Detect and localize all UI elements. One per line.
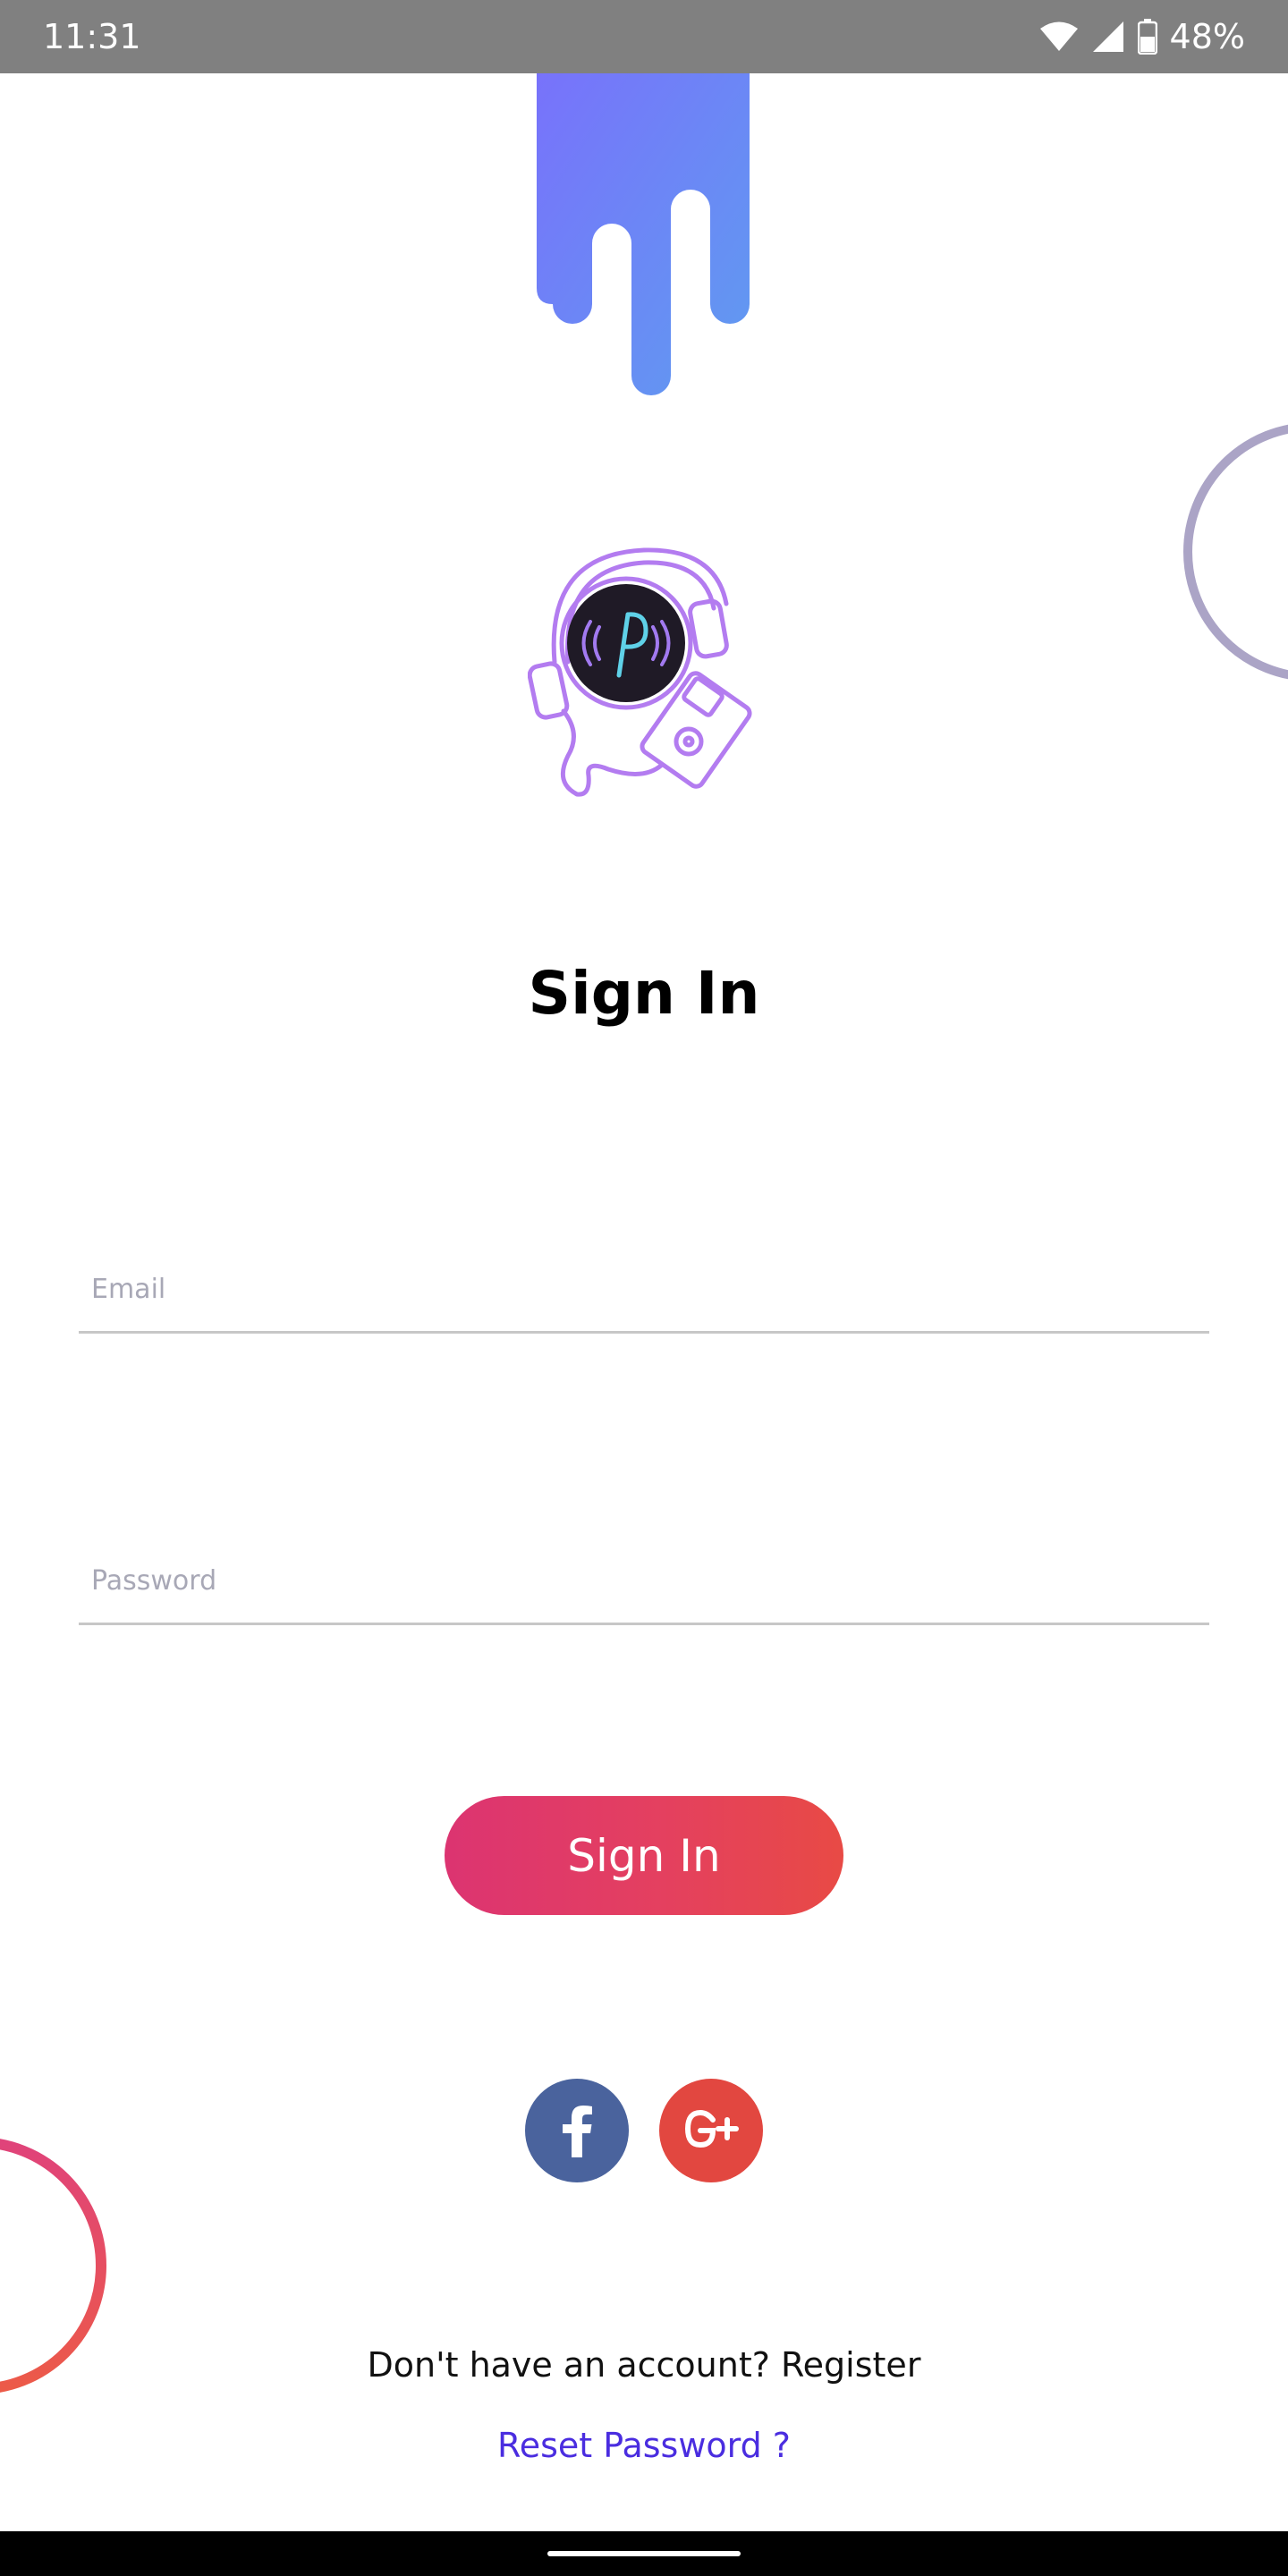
status-time: 11:31 [43,17,141,56]
facebook-login-button[interactable] [525,2079,629,2182]
sign-in-screen: 11:31 48% Sign In Email Sign In Don't ha… [0,0,1288,2576]
home-gesture-handle[interactable] [547,2551,741,2556]
battery-icon [1137,19,1157,55]
sign-in-button[interactable]: Sign In [445,1796,843,1915]
email-field-container [79,1224,1209,1334]
page-title: Sign In [528,959,760,1028]
google-plus-icon [684,2109,739,2148]
email-input[interactable] [89,1273,1202,1306]
app-logo [528,547,752,797]
wifi-icon [1039,21,1078,51]
register-prompt: Don't have an account? Register [0,2345,1288,2385]
ring-decoration-right [1183,422,1288,682]
drip-decoration [537,73,750,395]
password-input[interactable] [89,1564,1202,1597]
system-navigation-bar [0,2531,1288,2576]
status-icons: 48% [1039,0,1245,73]
google-plus-login-button[interactable] [659,2079,763,2182]
password-field-container [79,1515,1209,1625]
status-bar: 11:31 48% [0,0,1288,73]
facebook-icon [563,2106,592,2157]
reset-password-link[interactable]: Reset Password ? [0,2426,1288,2465]
battery-percentage: 48% [1169,17,1245,56]
register-link[interactable]: Register [781,2345,920,2385]
register-prompt-text: Don't have an account? [367,2345,770,2385]
signal-icon [1092,21,1123,52]
